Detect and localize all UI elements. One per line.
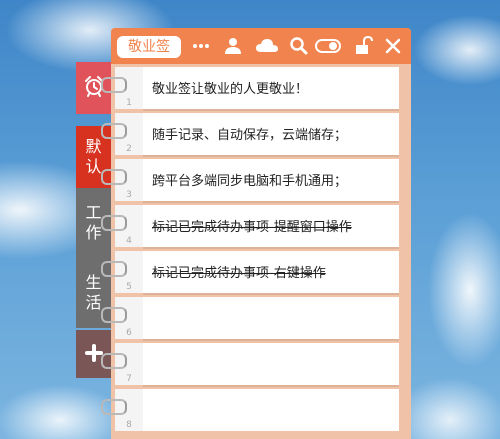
binder-ring-icon xyxy=(101,353,127,369)
note-number: 2 xyxy=(126,144,132,154)
note-item[interactable]: 6 xyxy=(101,297,399,341)
row-divider xyxy=(143,247,399,249)
note-item[interactable]: 2 随手记录、自动保存，云端储存； xyxy=(101,113,399,157)
note-body[interactable]: 随手记录、自动保存，云端储存； xyxy=(143,113,399,155)
user-icon[interactable] xyxy=(223,36,243,56)
note-text-completed: 标记已完成待办事项-提醒窗口操作 xyxy=(152,220,352,235)
row-divider xyxy=(143,155,399,157)
note-body-empty[interactable] xyxy=(143,297,399,339)
row-divider xyxy=(143,385,399,387)
row-divider xyxy=(143,109,399,111)
note-body[interactable]: 标记已完成待办事项-右键操作 xyxy=(143,251,399,293)
note-item[interactable]: 7 xyxy=(101,343,399,387)
panel-header: 敬业签 xyxy=(111,28,411,64)
close-icon[interactable] xyxy=(383,36,403,56)
row-divider xyxy=(143,201,399,203)
binder-ring-icon xyxy=(101,169,127,185)
toggle-icon[interactable] xyxy=(315,36,341,56)
note-body[interactable]: 敬业签让敬业的人更敬业！ xyxy=(143,67,399,109)
note-body[interactable]: 标记已完成待办事项-提醒窗口操作 xyxy=(143,205,399,247)
note-item[interactable]: 3 跨平台多端同步电脑和手机通用； xyxy=(101,159,399,203)
binder-ring-icon xyxy=(101,399,127,415)
note-text: 随手记录、自动保存，云端储存； xyxy=(152,128,348,143)
notes-panel: 敬业签 1 敬业签让敬业的人更敬业！ 2 随手记录、自动保存，云端储存； 3 跨… xyxy=(101,28,411,439)
note-number: 8 xyxy=(126,420,132,430)
note-body-empty[interactable] xyxy=(143,389,399,431)
note-item[interactable]: 8 xyxy=(101,389,399,431)
binder-ring-icon xyxy=(101,307,127,323)
binder-ring-icon xyxy=(101,77,127,93)
note-body-empty[interactable] xyxy=(143,343,399,385)
note-text-completed: 标记已完成待办事项-右键操作 xyxy=(152,266,326,281)
binder-ring-icon xyxy=(101,261,127,277)
note-number: 7 xyxy=(126,374,132,384)
note-number: 6 xyxy=(126,328,132,338)
note-number: 4 xyxy=(126,236,132,246)
row-divider xyxy=(143,293,399,295)
plus-icon xyxy=(84,344,103,364)
note-item[interactable]: 1 敬业签让敬业的人更敬业！ xyxy=(101,67,399,111)
row-divider xyxy=(143,339,399,341)
notes-app-window: 默 认 工 作 生 活 敬业签 1 敬业签让敬业的人更敬业！ 2 随手记录、自动… xyxy=(76,28,412,439)
brand-logo: 敬业签 xyxy=(117,36,181,58)
cloud-icon[interactable] xyxy=(255,36,279,56)
unlock-icon[interactable] xyxy=(353,36,373,56)
tab-life-label: 生 活 xyxy=(85,273,102,312)
tab-default-label: 默 认 xyxy=(85,137,102,176)
note-number: 1 xyxy=(126,98,132,108)
note-item[interactable]: 5 标记已完成待办事项-右键操作 xyxy=(101,251,399,295)
note-item[interactable]: 4 标记已完成待办事项-提醒窗口操作 xyxy=(101,205,399,249)
binder-ring-icon xyxy=(101,215,127,231)
tab-work-label: 工 作 xyxy=(85,203,102,242)
note-number: 3 xyxy=(126,190,132,200)
note-body[interactable]: 跨平台多端同步电脑和手机通用； xyxy=(143,159,399,201)
note-text: 敬业签让敬业的人更敬业！ xyxy=(152,82,309,97)
more-icon[interactable] xyxy=(191,36,211,56)
search-icon[interactable] xyxy=(289,36,309,56)
note-number: 5 xyxy=(126,282,132,292)
note-text: 跨平台多端同步电脑和手机通用； xyxy=(152,174,348,189)
binder-ring-icon xyxy=(101,123,127,139)
